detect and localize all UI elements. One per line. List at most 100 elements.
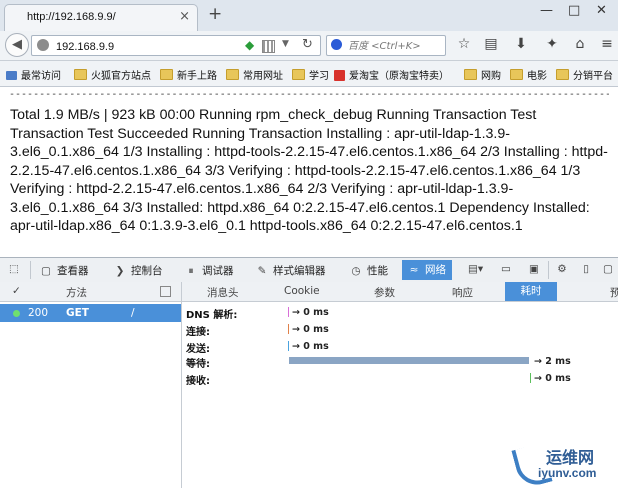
download-icon[interactable]: ⬇ <box>512 36 530 52</box>
back-button[interactable]: ◀ <box>5 33 29 57</box>
shield-icon[interactable]: ◆ <box>245 38 254 52</box>
tab-debugger[interactable]: ⏸ 调试器 <box>185 263 233 278</box>
bookmark-star-icon <box>6 71 17 80</box>
search-input[interactable] <box>346 37 446 56</box>
request-list: 200 GET / <box>0 302 182 488</box>
addons-icon[interactable]: ✦ <box>543 36 561 52</box>
timing-label: 发送: <box>186 344 210 355</box>
bookmark-distribution[interactable]: 分销平台 <box>556 67 613 82</box>
globe-icon <box>37 39 49 51</box>
taobao-icon <box>334 70 345 81</box>
yum-output-text: Total 1.9 MB/s | 923 kB 00:00 Running rp… <box>10 107 608 234</box>
reload-button[interactable]: ↻ <box>302 37 313 52</box>
timing-row-dns: DNS 解析: → 0 ms <box>186 306 606 321</box>
tab-response[interactable]: 响应 <box>452 285 473 300</box>
search-bar[interactable] <box>326 35 446 56</box>
tab-performance[interactable]: ◷ 性能 <box>350 263 388 278</box>
folder-icon <box>160 69 173 80</box>
bookmark-shopping[interactable]: 网购 <box>464 67 501 82</box>
timing-label: DNS 解析: <box>186 310 238 321</box>
new-tab-button[interactable]: + <box>208 4 222 24</box>
console-icon: ❯ <box>115 265 125 277</box>
column-method[interactable]: 方法 <box>66 285 87 300</box>
tab-params[interactable]: 参数 <box>374 285 395 300</box>
tab-cookies[interactable]: Cookie <box>284 285 320 297</box>
baidu-icon <box>331 39 342 50</box>
debugger-icon: ⏸ <box>188 265 194 277</box>
menu-icon[interactable]: ≡ <box>598 36 616 52</box>
timing-bar <box>288 324 289 334</box>
request-method: GET <box>66 307 89 319</box>
watermark-en: iyunv.com <box>538 466 597 480</box>
tab-network[interactable]: ≈ 网络 <box>402 260 452 280</box>
maximize-button[interactable]: □ <box>568 3 580 18</box>
bookmark-firefox-sites[interactable]: 火狐官方站点 <box>74 67 151 82</box>
timing-row-receive: 接收: → 0 ms <box>186 372 606 387</box>
qr-code-icon[interactable] <box>262 40 275 53</box>
timing-label: 接收: <box>186 376 210 387</box>
gear-icon[interactable]: ⚙ <box>556 263 573 275</box>
timing-value: → 0 ms <box>292 341 329 352</box>
url-bar[interactable]: ◆ ▼ ↻ <box>31 35 321 56</box>
network-icon: ≈ <box>409 264 419 276</box>
status-dot-icon <box>13 310 20 317</box>
close-tab-icon[interactable]: × <box>179 9 190 24</box>
timing-bar <box>530 373 531 383</box>
tab-title: http://192.168.9.9/ <box>27 11 116 23</box>
timing-value: → 0 ms <box>292 324 329 335</box>
tab-strip: http://192.168.9.9/ × + — □ ✕ <box>0 0 618 32</box>
column-status[interactable]: ✓ <box>12 285 21 297</box>
dock-icon[interactable]: ▯ <box>580 263 597 275</box>
style-editor-icon: ✎ <box>257 265 267 277</box>
inspector-icon: ▢ <box>41 265 51 277</box>
network-header: ✓ 方法 消息头 Cookie 参数 响应 耗时 预 <box>0 282 618 302</box>
close-window-button[interactable]: ✕ <box>596 3 607 18</box>
timing-row-send: 发送: → 0 ms <box>186 340 606 355</box>
folder-icon <box>556 69 569 80</box>
tab-headers[interactable]: 消息头 <box>207 285 239 300</box>
tab-preview[interactable]: 预 <box>610 285 618 300</box>
star-icon[interactable]: ☆ <box>455 36 473 52</box>
timing-label: 等待: <box>186 359 210 370</box>
tab-console[interactable]: ❯ 控制台 <box>114 263 163 278</box>
tab-timings[interactable]: 耗时 <box>505 282 557 301</box>
timing-row-wait: 等待: → 2 ms <box>186 355 606 370</box>
timing-value: → 0 ms <box>292 307 329 318</box>
toggle-panel-icon[interactable] <box>160 286 171 297</box>
bookmark-ai-taobao[interactable]: 爱淘宝（原淘宝特卖） <box>334 67 449 82</box>
undock-icon[interactable]: ▢ <box>602 263 618 275</box>
navigation-bar: ◀ ◆ ▼ ↻ ☆ ▤ ⬇ ✦ ⌂ ≡ <box>0 31 618 61</box>
request-file: / <box>131 307 135 319</box>
page-content: ----------------------------------------… <box>0 87 618 257</box>
home-icon[interactable]: ⌂ <box>571 36 589 52</box>
folder-icon <box>74 69 87 80</box>
responsive-mode-icon[interactable]: ▣ <box>528 263 545 275</box>
devtools-toolbar: ⬚ ▢ 查看器 ❯ 控制台 ⏸ 调试器 ✎ 样式编辑器 ◷ 性能 ≈ 网络 ▤▾ ▭ ▣ ⚙… <box>0 257 618 283</box>
browser-tab[interactable]: http://192.168.9.9/ × <box>4 4 198 31</box>
timing-value: → 0 ms <box>534 373 571 384</box>
timing-bar <box>289 357 529 364</box>
bookmark-common-sites[interactable]: 常用网址 <box>226 67 283 82</box>
timing-bar <box>288 307 289 317</box>
request-row[interactable]: 200 GET / <box>0 304 181 322</box>
pick-element-icon[interactable]: ⬚ <box>8 263 25 275</box>
performance-icon: ◷ <box>351 265 361 277</box>
bookmark-movies[interactable]: 电影 <box>510 67 547 82</box>
folder-icon <box>292 69 305 80</box>
url-input[interactable] <box>54 37 248 56</box>
tab-style-editor[interactable]: ✎ 样式编辑器 <box>256 263 326 278</box>
bookmark-getting-started[interactable]: 新手上路 <box>160 67 217 82</box>
bookmark-study[interactable]: 学习 <box>292 67 329 82</box>
bookmarks-bar: 最常访问 火狐官方站点 新手上路 常用网址 学习 爱淘宝（原淘宝特卖） 网购 电… <box>0 61 618 87</box>
bookmark-most-visited[interactable]: 最常访问 <box>6 67 61 82</box>
timing-row-connect: 连接: → 0 ms <box>186 323 606 338</box>
folder-icon <box>226 69 239 80</box>
watermark-cn: 运维网 <box>546 448 595 467</box>
split-console-icon[interactable]: ▭ <box>500 263 517 275</box>
tab-inspector[interactable]: ▢ 查看器 <box>40 263 88 278</box>
more-tools-icon[interactable]: ▤▾ <box>468 263 485 275</box>
timing-value: → 2 ms <box>534 356 571 367</box>
chevron-down-icon[interactable]: ▼ <box>282 39 289 49</box>
reading-list-icon[interactable]: ▤ <box>482 36 500 52</box>
minimize-button[interactable]: — <box>540 3 553 18</box>
